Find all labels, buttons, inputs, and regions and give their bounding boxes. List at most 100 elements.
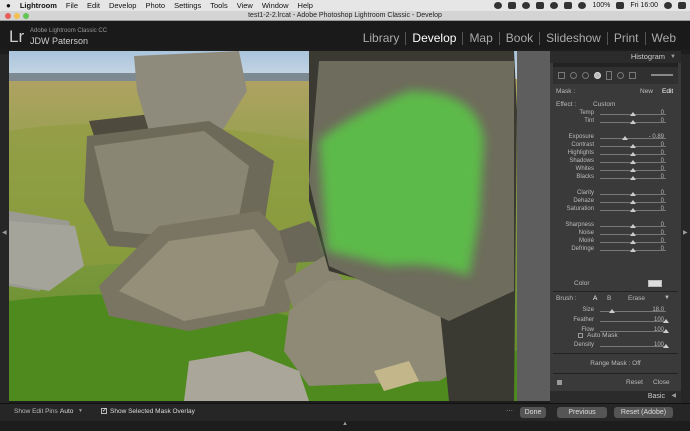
module-web[interactable]: Web [644,32,682,45]
module-print[interactable]: Print [606,32,645,45]
slider-value[interactable]: - 0.89 [649,134,664,140]
slider-value[interactable]: 18.0 [652,307,664,313]
right-panel-collapse[interactable]: ▶ [681,54,690,406]
collapse-right-icon[interactable]: ▶ [683,229,688,236]
menu-lightroom[interactable]: Lightroom [20,1,57,10]
slider-value[interactable]: 100 [654,327,664,333]
adjustment-brush-active-icon[interactable] [594,72,601,79]
slider-value[interactable]: 0 [661,166,664,172]
slider-knob[interactable] [630,200,636,204]
slider-knob[interactable] [630,160,636,164]
slider-blacks[interactable]: Blacks 0 [556,174,676,182]
notification-center-icon[interactable] [678,2,686,9]
radial-filter-icon[interactable] [617,72,624,79]
slider-tint[interactable]: Tint 0 [556,118,676,126]
slider-knob[interactable] [630,176,636,180]
brush-b-button[interactable]: B [607,295,611,302]
minimize-window-icon[interactable] [14,13,20,19]
menu-help[interactable]: Help [298,1,313,10]
reset-adobe-button[interactable]: Reset (Adobe) [614,407,673,418]
range-mask-select[interactable]: Range Mask : Off [590,360,640,367]
slider-value[interactable]: 0 [661,246,664,252]
slider-value[interactable]: 0 [661,118,664,124]
show-edit-pins-select[interactable]: Auto [60,408,73,415]
menu-file[interactable]: File [66,1,78,10]
slider-knob[interactable] [630,224,636,228]
clock[interactable]: Fri 16:00 [630,2,658,9]
slider-value[interactable]: 0 [661,222,664,228]
wifi-icon[interactable] [564,2,573,9]
slider-sharpness[interactable]: Sharpness 0 [556,222,676,230]
toolbar-options-icon[interactable]: ⋯ [506,407,513,415]
slider-exposure[interactable]: Exposure - 0.89 [556,134,676,142]
slider-value[interactable]: 100 [654,342,664,348]
slider-defringe[interactable]: Defringe 0 [556,246,676,254]
menu-tools[interactable]: Tools [210,1,228,10]
slider-value[interactable]: 0 [661,238,664,244]
slider-value[interactable]: 0 [661,158,664,164]
slider-value[interactable]: 0 [661,174,664,180]
module-develop[interactable]: Develop [405,32,462,45]
collapse-histogram-icon[interactable]: ▼ [670,51,676,63]
volume-icon[interactable] [578,2,587,9]
zoom-window-icon[interactable] [23,13,29,19]
bluetooth-icon[interactable] [550,2,559,9]
brush-collapse-icon[interactable]: ▼ [664,295,670,301]
photo-canvas[interactable] [9,51,517,401]
brush-slider-size[interactable]: Size 18.0 [556,307,676,315]
slider-knob[interactable] [630,112,636,116]
expand-basic-icon[interactable]: ◀ [671,391,676,402]
slider-knob[interactable] [630,208,636,212]
mask-edit-button[interactable]: Edit [662,88,673,95]
slider-knob[interactable] [630,240,636,244]
slider-whites[interactable]: Whites 0 [556,166,676,174]
menu-settings[interactable]: Settings [174,1,201,10]
module-map[interactable]: Map [462,32,498,45]
slider-value[interactable]: 0 [661,142,664,148]
module-library[interactable]: Library [357,32,406,45]
menu-develop[interactable]: Develop [109,1,137,10]
brush-erase-button[interactable]: Erase [628,295,645,302]
module-book[interactable]: Book [498,32,539,45]
battery-icon[interactable] [616,2,625,9]
red-eye-icon[interactable] [582,72,589,79]
slider-dehaze[interactable]: Dehaze 0 [556,198,676,206]
brush-slider-feather[interactable]: Feather 100 [556,317,676,325]
slider-knob[interactable] [608,309,615,313]
slider-knob[interactable] [630,192,636,196]
slider-knob[interactable] [630,248,636,252]
slider-knob[interactable] [630,120,636,124]
graduated-filter-icon[interactable] [606,71,612,80]
slider-value[interactable]: 0 [661,198,664,204]
menu-view[interactable]: View [237,1,253,10]
shield-icon[interactable] [508,2,517,9]
search-icon[interactable] [664,2,672,9]
apple-menu-icon[interactable]: ● [6,1,11,10]
slider-knob[interactable] [622,136,629,140]
adjustment-brush-icon[interactable] [629,72,636,79]
close-window-icon[interactable] [5,13,11,19]
left-panel-collapse[interactable]: ◀ [0,54,9,406]
mask-new-button[interactable]: New [640,88,653,95]
spot-removal-icon[interactable] [570,72,577,79]
expand-filmstrip-icon[interactable]: ▲ [342,421,348,427]
slider-noise[interactable]: Noise 0 [556,230,676,238]
menu-photo[interactable]: Photo [145,1,165,10]
crop-tool-icon[interactable] [558,72,565,79]
slider-knob[interactable] [630,144,636,148]
reset-button[interactable]: Reset [626,379,643,386]
brush-a-button[interactable]: A [593,295,597,302]
range-mask-row[interactable]: Range Mask : Off [550,360,681,367]
slider-value[interactable]: 0 [661,150,664,156]
color-swatch[interactable] [648,280,662,287]
slider-value[interactable]: 0 [661,206,664,212]
slider-knob[interactable] [630,232,636,236]
tool-overlay-slider[interactable] [651,74,673,76]
auto-mask-checkbox[interactable] [578,333,583,338]
done-button[interactable]: Done [520,407,546,418]
slider-clarity[interactable]: Clarity 0 [556,190,676,198]
mask-overlay-checkbox[interactable]: ✓ [101,408,107,414]
slider-knob[interactable] [630,168,636,172]
slider-shadows[interactable]: Shadows 0 [556,158,676,166]
slider-value[interactable]: 0 [661,190,664,196]
